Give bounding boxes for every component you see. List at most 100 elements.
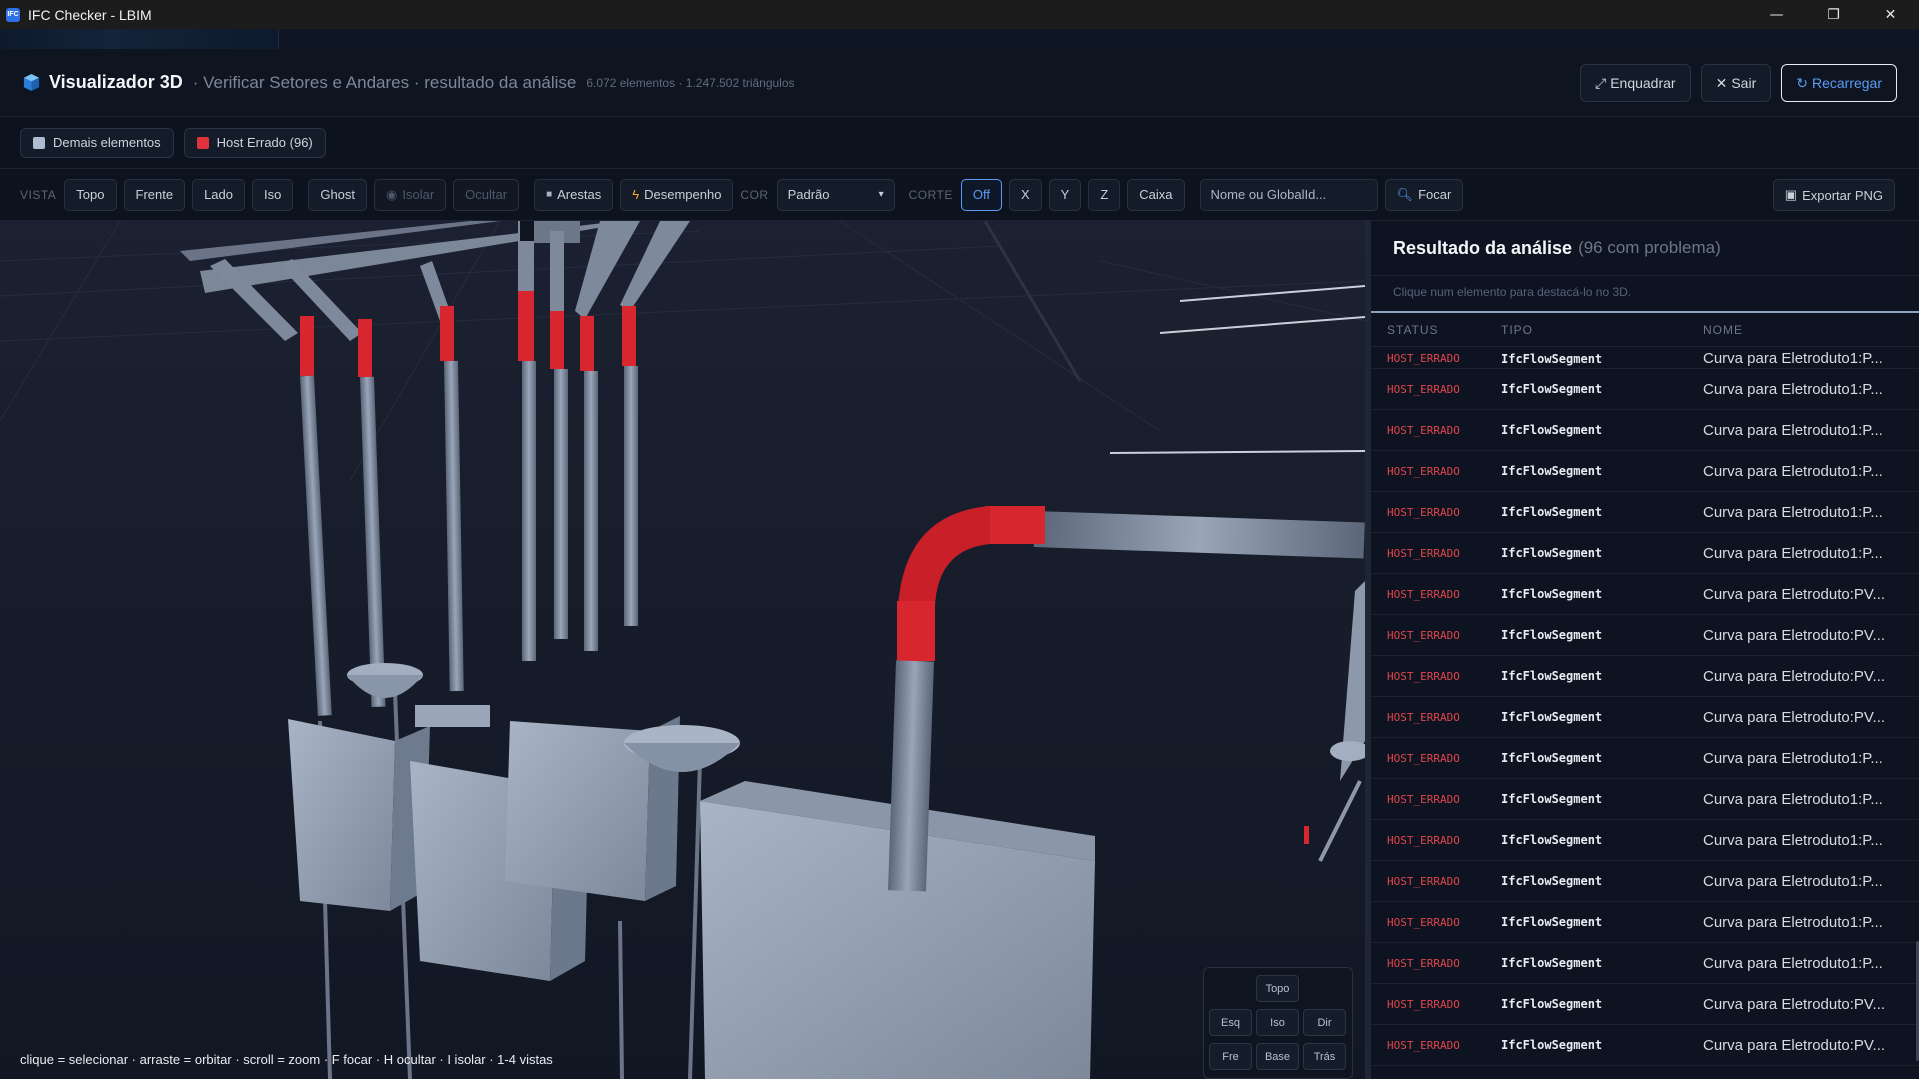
legend-label: Host Errado (96) [216,135,313,150]
app-icon: IFC [6,7,20,22]
cell-status: HOST_ERRADO [1387,670,1460,683]
table-row[interactable]: HOST_ERRADO IfcFlowSegment Curva para Elet… [1371,492,1919,533]
restore-icon[interactable]: ❐ [1805,0,1862,29]
performance-button[interactable]: ϟ Desempenho [620,178,734,211]
legend-item-other[interactable]: Demais elementos [20,127,174,158]
legend-item-host-errado[interactable]: Host Errado (96) [183,127,326,158]
table-row[interactable]: HOST_ERRADO IfcFlowSegment Curva para Elet… [1371,943,1919,984]
nav-front-button[interactable]: Fre [1209,1043,1252,1070]
cell-nome: Curva para Eletroduto1:P... [1703,422,1883,439]
isolate-label: Isolar [402,187,435,202]
table-row[interactable]: HOST_ERRADO IfcFlowSegment Curva para Elet… [1371,410,1919,451]
view-iso-button[interactable]: Iso [252,178,294,211]
cell-status: HOST_ERRADO [1387,383,1460,396]
lightning-icon: ϟ [632,187,640,202]
window-controls: — ❐ ✕ [1748,0,1919,29]
color-select[interactable]: Padrão ▾ [776,178,895,211]
column-nome[interactable]: NOME [1703,323,1743,337]
cube-icon [23,73,40,92]
cell-tipo: IfcFlowSegment [1501,874,1603,888]
table-row[interactable]: HOST_ERRADO IfcFlowSegment Curva para Elet… [1371,656,1919,697]
cell-tipo: IfcFlowSegment [1501,382,1603,396]
cell-nome: Curva para Eletroduto:PV... [1703,627,1886,644]
edges-label: Arestas [557,187,602,202]
table-row[interactable]: HOST_ERRADO IfcFlowSegment Curva para Elet… [1371,697,1919,738]
nav-right-button[interactable]: Dir [1303,1009,1346,1036]
nav-base-button[interactable]: Base [1256,1043,1299,1070]
exit-button[interactable]: ✕ Sair [1700,64,1772,102]
view-side-button[interactable]: Lado [192,178,245,211]
cell-status: HOST_ERRADO [1387,547,1460,560]
table-row[interactable]: HOST_ERRADO IfcFlowSegment Curva para Elet… [1371,533,1919,574]
color-label: COR [740,187,769,202]
export-png-button[interactable]: ▣ Exportar PNG [1772,179,1895,211]
view-top-button[interactable]: Topo [64,178,117,211]
ghost-button[interactable]: Ghost [308,178,368,211]
cut-box-button[interactable]: Caixa [1127,178,1185,211]
cell-status: HOST_ERRADO [1387,506,1460,519]
3d-scene[interactable] [0,221,1365,1079]
cell-nome: Curva para Eletroduto1:P... [1703,914,1883,931]
nav-back-button[interactable]: Trás [1303,1043,1346,1070]
active-tab[interactable] [0,29,279,49]
close-icon: ✕ [1715,74,1728,91]
expand-icon: ⤢ [1595,74,1607,91]
table-row[interactable]: HOST_ERRADO IfcFlowSegment Curva para Elet… [1371,1025,1919,1066]
focus-label: Focar [1418,187,1452,202]
cell-tipo: IfcFlowSegment [1501,464,1603,478]
cell-status: HOST_ERRADO [1387,834,1460,847]
table-row[interactable]: HOST_ERRADO IfcFlowSegment Curva para Elet… [1371,615,1919,656]
cut-y-button[interactable]: Y [1048,178,1082,211]
table-row[interactable]: HOST_ERRADO IfcFlowSegment Curva para Elet… [1371,574,1919,615]
column-status[interactable]: STATUS [1387,323,1439,337]
cell-nome: Curva para Eletroduto1:P... [1703,463,1883,480]
table-row[interactable]: HOST_ERRADO IfcFlowSegment Curva para Elet… [1371,349,1919,369]
table-row[interactable]: HOST_ERRADO IfcFlowSegment Curva para Elet… [1371,779,1919,820]
cell-nome: Curva para Eletroduto:PV... [1703,1037,1886,1054]
nav-top-button[interactable]: Topo [1256,975,1299,1002]
model-stats: 6.072 elementos · 1.247.502 triângulos [586,75,795,90]
cut-label: CORTE [908,187,953,202]
results-panel: Resultado da análise (96 com problema) C… [1365,221,1919,1079]
legend-bar: Demais elementos Host Errado (96) [0,117,1919,169]
cell-tipo: IfcFlowSegment [1501,915,1603,929]
table-row[interactable]: HOST_ERRADO IfcFlowSegment Curva para Elet… [1371,738,1919,779]
table-row[interactable]: HOST_ERRADO IfcFlowSegment Curva para Elet… [1371,902,1919,943]
cell-status: HOST_ERRADO [1387,793,1460,806]
cut-off-button[interactable]: Off [960,178,1002,211]
cell-tipo: IfcFlowSegment [1501,956,1603,970]
frame-button[interactable]: ⤢ Enquadrar [1580,64,1691,102]
results-count: (96 com problema) [1578,238,1721,257]
search-icon: 🔍︎ [1396,186,1414,202]
table-row[interactable]: HOST_ERRADO IfcFlowSegment Curva para Elet… [1371,451,1919,492]
focus-button[interactable]: 🔍︎ Focar [1384,178,1464,211]
search-input[interactable]: Nome ou GlobalId... [1199,178,1378,211]
cut-z-button[interactable]: Z [1088,178,1121,211]
cell-nome: Curva para Eletroduto:PV... [1703,996,1886,1013]
close-icon[interactable]: ✕ [1862,0,1919,29]
table-row[interactable]: HOST_ERRADO IfcFlowSegment Curva para Elet… [1371,984,1919,1025]
image-icon: ▣ [1784,187,1798,202]
cell-nome: Curva para Eletroduto1:P... [1703,545,1883,562]
table-row[interactable]: HOST_ERRADO IfcFlowSegment Curva para Elet… [1371,369,1919,410]
nav-iso-button[interactable]: Iso [1256,1009,1299,1036]
view-front-button[interactable]: Frente [123,178,186,211]
column-tipo[interactable]: TIPO [1501,323,1533,337]
cut-x-button[interactable]: X [1009,178,1042,211]
edges-button[interactable]: ■ Arestas [534,178,614,211]
cell-tipo: IfcFlowSegment [1501,751,1603,765]
cell-status: HOST_ERRADO [1387,1039,1460,1052]
cell-tipo: IfcFlowSegment [1501,628,1603,642]
minimize-icon[interactable]: — [1748,0,1805,29]
isolate-icon: ◉ [386,186,398,202]
performance-label: Desempenho [644,187,722,202]
reload-button[interactable]: ↻ Recarregar [1781,64,1897,102]
nav-left-button[interactable]: Esq [1209,1009,1252,1036]
results-hint: Clique num elemento para destacá-lo no 3… [1393,285,1632,299]
hide-button[interactable]: Ocultar [453,178,520,211]
isolate-button[interactable]: ◉ Isolar [374,178,447,211]
table-row[interactable]: HOST_ERRADO IfcFlowSegment Curva para Elet… [1371,861,1919,902]
table-row[interactable]: HOST_ERRADO IfcFlowSegment Curva para Elet… [1371,820,1919,861]
cell-status: HOST_ERRADO [1387,916,1460,929]
3d-viewport[interactable]: clique = selecionar · arraste = orbitar … [0,221,1365,1079]
